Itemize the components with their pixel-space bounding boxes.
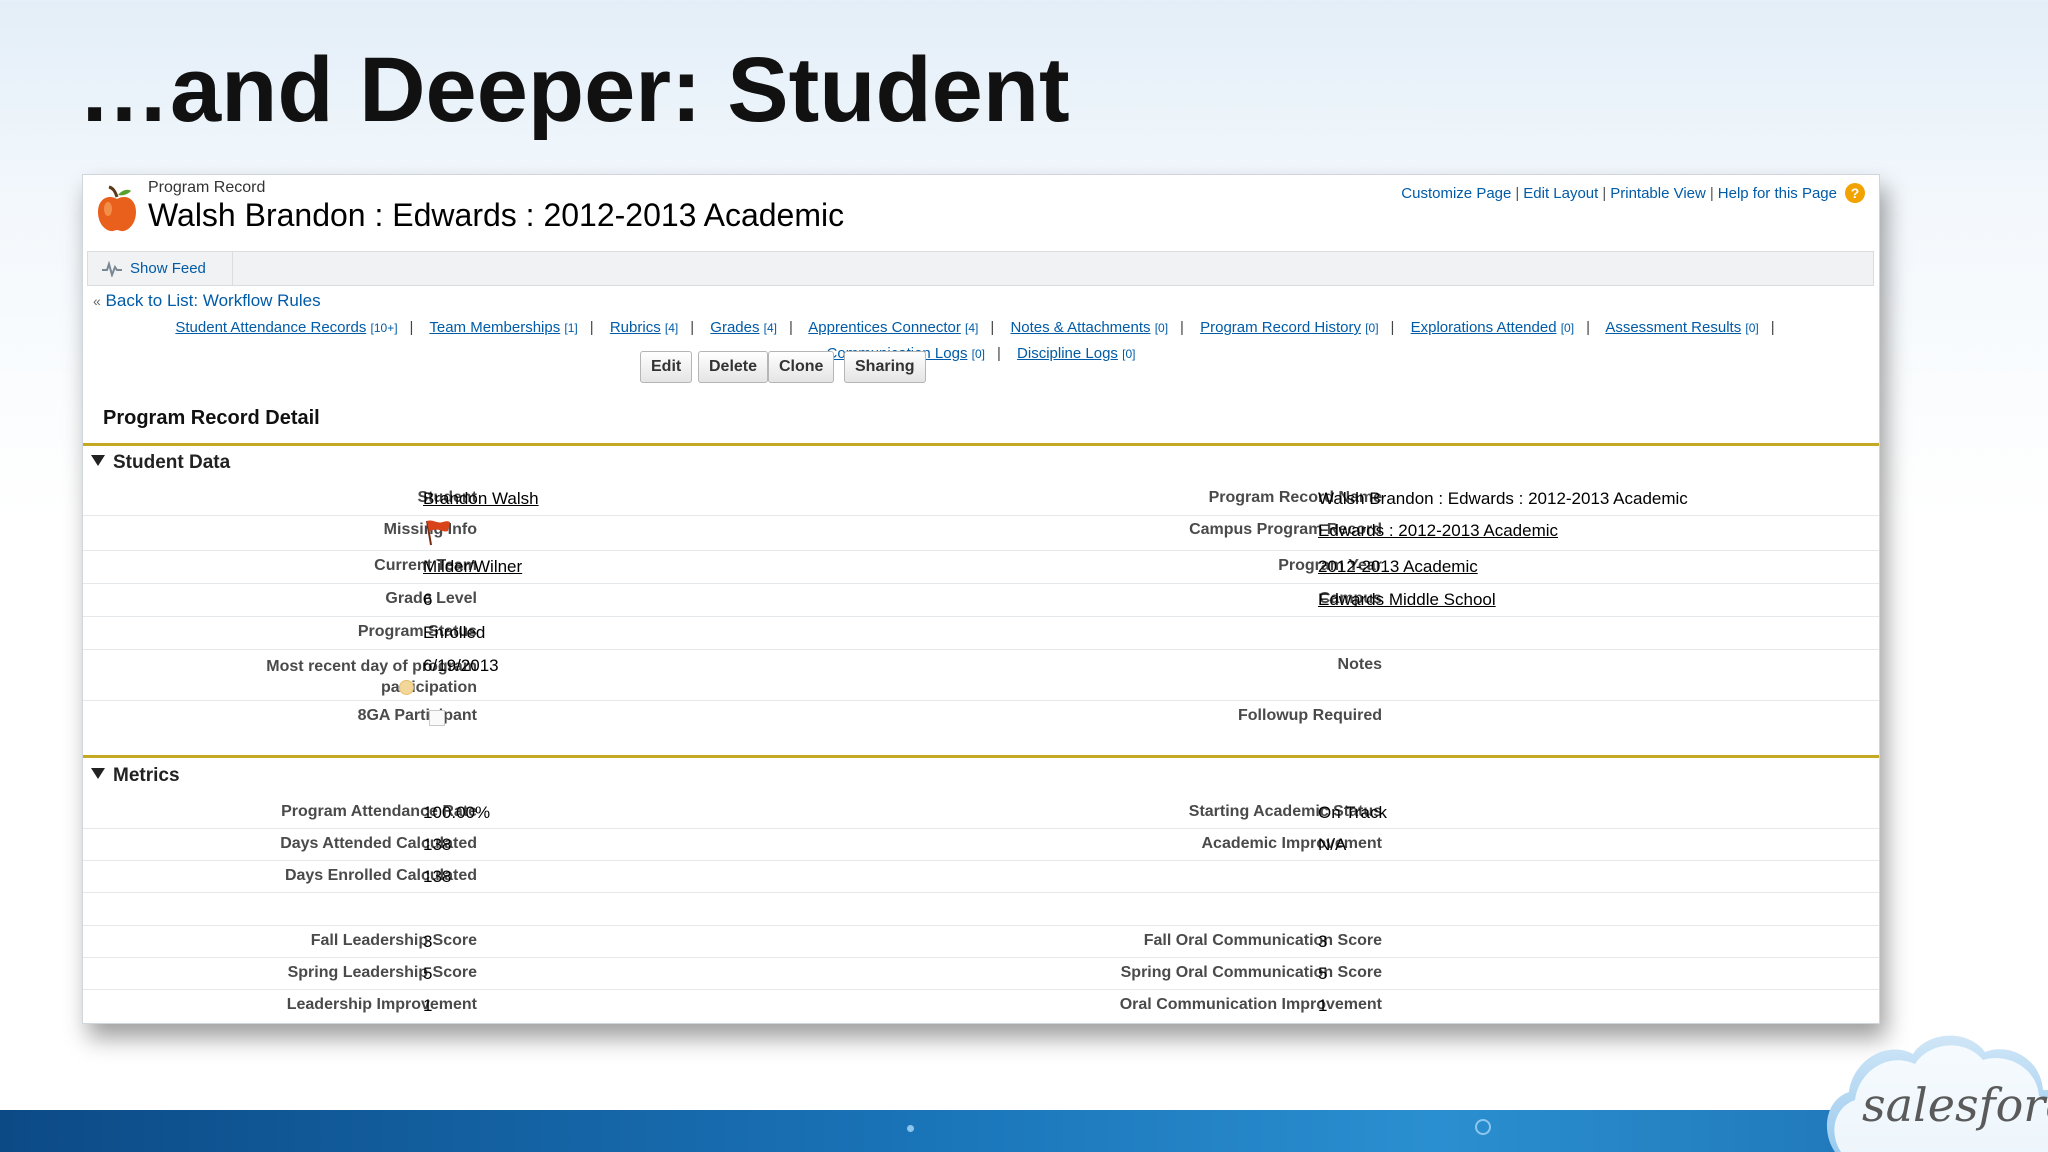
academic-improvement-value: N/A xyxy=(1318,835,1347,854)
field-row: Days Attended Calculated 138 Academic Im… xyxy=(83,829,1879,861)
edit-layout-link[interactable]: Edit Layout xyxy=(1523,185,1598,202)
field-row: Fall Leadership Score 3 Fall Oral Commun… xyxy=(83,926,1879,958)
campus-program-record-link[interactable]: Edwards : 2012-2013 Academic xyxy=(1318,521,1558,540)
fall-leadership-value: 3 xyxy=(423,932,433,951)
rel-notes-attachments[interactable]: Notes & Attachments xyxy=(1010,319,1150,336)
metrics-section-toggle[interactable]: Metrics xyxy=(91,765,180,787)
oral-improvement-value: 1 xyxy=(1318,996,1328,1015)
grade-level-value: 6 xyxy=(423,590,433,609)
field-row: Missing Info Campus Program Record Edwar… xyxy=(83,516,1879,551)
field-row: Student Brandon Walsh Program Record Nam… xyxy=(83,483,1879,516)
field-row: Spring Leadership Score 5 Spring Oral Co… xyxy=(83,958,1879,990)
program-record-name-value: Walsh Brandon : Edwards : 2012-2013 Acad… xyxy=(1318,489,1688,508)
oral-improvement-label: Oral Communication Improvement xyxy=(1119,996,1382,1013)
detail-title: Program Record Detail xyxy=(103,407,320,429)
sharing-button[interactable]: Sharing xyxy=(844,351,926,383)
record-type-label: Program Record xyxy=(148,179,266,196)
attendance-rate-value: 100.00% xyxy=(423,803,491,822)
student-data-section-toggle[interactable]: Student Data xyxy=(91,452,230,474)
field-row: Program Attendance Rate 100.00% Starting… xyxy=(83,797,1879,829)
fall-oral-label: Fall Oral Communication Score xyxy=(1143,932,1382,949)
leadership-improvement-value: 1 xyxy=(423,996,433,1015)
field-row: Leadership Improvement 1 Oral Communicat… xyxy=(83,990,1879,1021)
rel-apprentices-connector[interactable]: Apprentices Connector xyxy=(808,319,961,336)
field-row: Grade Level 6 Campus Edwards Middle Scho… xyxy=(83,584,1879,617)
red-flag-icon xyxy=(426,520,450,546)
rel-assessment-results[interactable]: Assessment Results xyxy=(1605,319,1741,336)
info-hint-icon[interactable] xyxy=(399,680,414,695)
field-row: Program Status Enrolled xyxy=(83,617,1879,650)
rel-student-attendance-records[interactable]: Student Attendance Records xyxy=(175,319,366,336)
section-divider xyxy=(83,755,1879,758)
notes-label: Notes xyxy=(1337,656,1382,673)
back-to-list-link[interactable]: Back to List: Workflow Rules xyxy=(106,291,321,310)
customize-page-link[interactable]: Customize Page xyxy=(1401,185,1511,202)
days-enrolled-value: 138 xyxy=(423,867,452,886)
spacer-row xyxy=(83,893,1879,926)
slide-title: …and Deeper: Student xyxy=(78,39,1070,141)
field-row: Current Team Milder/Wilner Program Year … xyxy=(83,551,1879,584)
starting-status-value: On Track xyxy=(1318,803,1387,822)
help-link[interactable]: Help for this Page xyxy=(1718,185,1837,202)
clone-button[interactable]: Clone xyxy=(768,351,835,383)
related-list-links-row-2: Communication Logs [0]| Discipline Logs … xyxy=(83,345,1879,362)
program-year-link[interactable]: 2012-2013 Academic xyxy=(1318,557,1478,576)
back-to-list: « Back to List: Workflow Rules xyxy=(93,291,321,311)
page-links: Customize Page | Edit Layout | Printable… xyxy=(1401,183,1865,203)
rel-rubrics[interactable]: Rubrics xyxy=(610,319,661,336)
slide-footer-bar xyxy=(0,1110,2048,1152)
student-link[interactable]: Brandon Walsh xyxy=(423,489,539,508)
collapse-triangle-icon xyxy=(91,768,105,779)
spring-oral-label: Spring Oral Communication Score xyxy=(1120,964,1382,981)
campus-link[interactable]: Edwards Middle School xyxy=(1318,590,1496,609)
printable-view-link[interactable]: Printable View xyxy=(1610,185,1706,202)
help-icon[interactable]: ? xyxy=(1845,183,1865,203)
spring-oral-value: 5 xyxy=(1318,964,1328,983)
program-status-value: Enrolled xyxy=(423,623,486,642)
rel-grades[interactable]: Grades xyxy=(710,319,759,336)
days-attended-value: 138 xyxy=(423,835,452,854)
feed-bar: Show Feed xyxy=(87,251,1874,286)
show-feed-button[interactable]: Show Feed xyxy=(88,252,233,285)
field-row: Most recent day of program participation … xyxy=(83,650,1879,701)
related-list-links-row-1: Student Attendance Records [10+] | Team M… xyxy=(175,319,1775,336)
fall-oral-value: 3 xyxy=(1318,932,1328,951)
rel-team-memberships[interactable]: Team Memberships xyxy=(429,319,560,336)
record-title: Walsh Brandon : Edwards : 2012-2013 Acad… xyxy=(148,197,845,233)
current-team-link[interactable]: Milder/Wilner xyxy=(423,557,522,576)
field-row: Days Enrolled Calculated 138 xyxy=(83,861,1879,893)
detail-header: Program Record Detail xyxy=(83,397,1879,446)
program-record-page: Program Record Walsh Brandon : Edwards :… xyxy=(82,174,1880,1024)
show-feed-label: Show Feed xyxy=(130,260,206,277)
rel-discipline-logs[interactable]: Discipline Logs xyxy=(1017,345,1118,362)
metrics-section-label: Metrics xyxy=(113,765,180,786)
delete-button[interactable]: Delete xyxy=(698,351,769,383)
most-recent-day-value: 6/19/2013 xyxy=(423,656,499,675)
rel-explorations-attended[interactable]: Explorations Attended xyxy=(1411,319,1557,336)
rel-program-record-history[interactable]: Program Record History xyxy=(1200,319,1361,336)
8ga-participant-checkbox[interactable] xyxy=(429,710,445,726)
followup-required-label: Followup Required xyxy=(1238,707,1382,724)
field-row: 8GA Participant Followup Required xyxy=(83,701,1879,733)
record-header: Program Record Walsh Brandon : Edwards :… xyxy=(83,175,1879,247)
collapse-triangle-icon xyxy=(91,455,105,466)
spring-leadership-value: 5 xyxy=(423,964,433,983)
apple-icon xyxy=(98,185,136,232)
student-data-section-label: Student Data xyxy=(113,452,231,473)
edit-button[interactable]: Edit xyxy=(640,351,693,383)
back-arrow-icon: « xyxy=(93,293,101,309)
feed-pulse-icon xyxy=(102,260,122,277)
salesforce-wordmark: salesforce xyxy=(1862,1078,2048,1132)
